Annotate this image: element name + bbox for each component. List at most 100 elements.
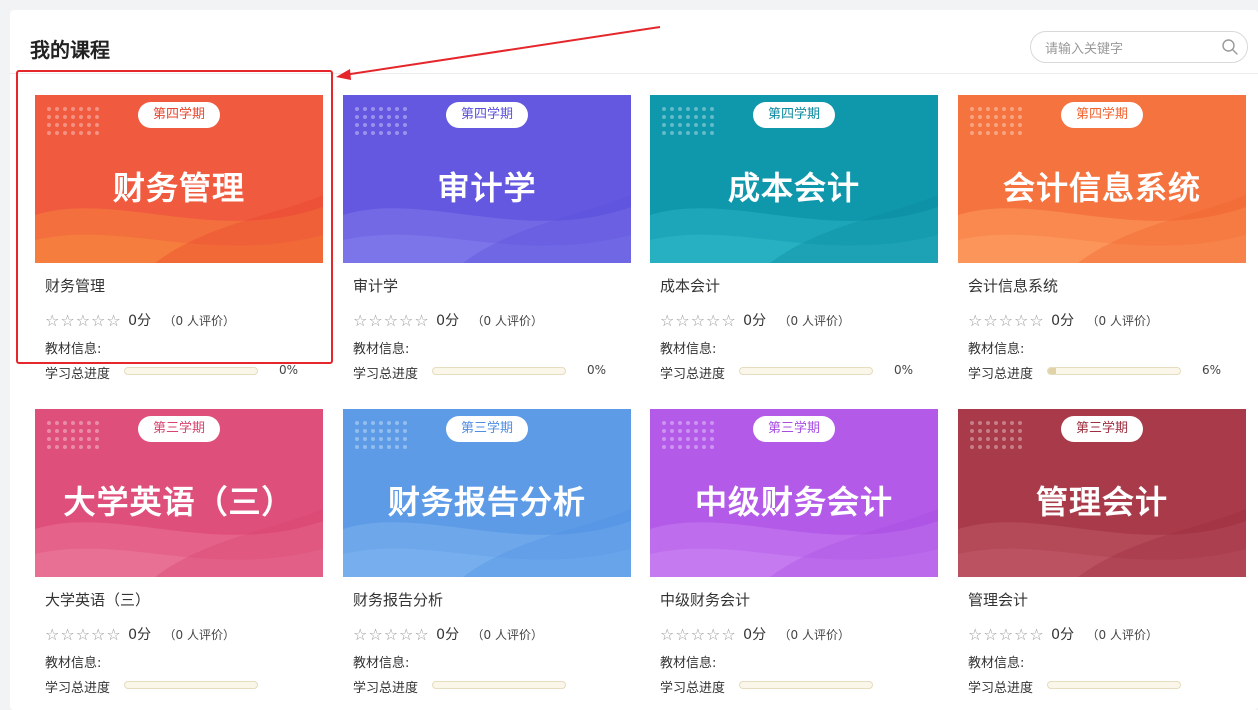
- course-name[interactable]: 成本会计: [660, 275, 720, 296]
- progress-label: 学习总进度: [353, 367, 419, 382]
- course-name[interactable]: 中级财务会计: [660, 589, 750, 610]
- progress-bar: [432, 367, 566, 375]
- course-cover[interactable]: 第四学期 审计学: [343, 95, 631, 263]
- star-icon: ☆: [353, 310, 369, 330]
- course-rating: ☆☆☆☆☆ 0分 （0 人评价）: [968, 624, 1158, 644]
- star-icon: ☆: [660, 310, 676, 330]
- star-rating: ☆☆☆☆☆: [45, 625, 122, 644]
- rating-count: （0 人评价）: [778, 627, 850, 642]
- course-name[interactable]: 审计学: [353, 275, 398, 296]
- dot: [662, 107, 666, 111]
- search-input[interactable]: [1043, 38, 1217, 60]
- dot: [1010, 429, 1014, 433]
- dot: [686, 437, 690, 441]
- term-badge: 第四学期: [1060, 102, 1144, 128]
- dot: [395, 115, 399, 119]
- course-name[interactable]: 财务管理: [45, 275, 105, 296]
- dot: [79, 445, 83, 449]
- course-cover[interactable]: 第三学期 财务报告分析: [343, 409, 631, 577]
- cover-title: 审计学: [437, 169, 537, 207]
- course-card[interactable]: 第四学期 审计学 审计学 ☆☆☆☆☆ 0分 （0 人评价） 教材信息: 学习总进…: [343, 95, 631, 395]
- dot: [686, 131, 690, 135]
- dot: [978, 421, 982, 425]
- dot: [55, 123, 59, 127]
- dot: [1002, 437, 1006, 441]
- dot: [387, 421, 391, 425]
- dot: [63, 437, 67, 441]
- dot: [702, 437, 706, 441]
- dot: [994, 445, 998, 449]
- dot: [363, 131, 367, 135]
- course-cover[interactable]: 第三学期 大学英语（三）: [35, 409, 323, 577]
- dot: [1018, 115, 1022, 119]
- dot: [710, 421, 714, 425]
- course-name[interactable]: 大学英语（三）: [45, 589, 150, 610]
- star-icon: ☆: [968, 310, 984, 330]
- book-info-label: 教材信息:: [660, 656, 717, 671]
- dot: [994, 421, 998, 425]
- course-cover[interactable]: 第三学期 中级财务会计: [650, 409, 938, 577]
- dot: [970, 421, 974, 425]
- dot: [403, 123, 407, 127]
- cover-title: 会计信息系统: [1002, 169, 1201, 207]
- star-icon: ☆: [414, 310, 430, 330]
- course-cover[interactable]: 第四学期 成本会计: [650, 95, 938, 263]
- course-cover[interactable]: 第四学期 会计信息系统: [958, 95, 1246, 263]
- book-info-label: 教材信息:: [45, 342, 102, 357]
- course-card[interactable]: 第三学期 财务报告分析 财务报告分析 ☆☆☆☆☆ 0分 （0 人评价） 教材信息…: [343, 409, 631, 709]
- dot: [95, 131, 99, 135]
- dot: [662, 421, 666, 425]
- course-card[interactable]: 第四学期 成本会计 成本会计 ☆☆☆☆☆ 0分 （0 人评价） 教材信息: 学习…: [650, 95, 938, 395]
- course-card[interactable]: 第四学期 会计信息系统 会计信息系统 ☆☆☆☆☆ 0分 （0 人评价） 教材信息…: [958, 95, 1246, 395]
- dot: [710, 429, 714, 433]
- course-name[interactable]: 财务报告分析: [353, 589, 443, 610]
- dot: [694, 123, 698, 127]
- dot: [387, 115, 391, 119]
- dot: [702, 123, 706, 127]
- dot: [1002, 115, 1006, 119]
- dot: [662, 445, 666, 449]
- course-card[interactable]: 第四学期 财务管理 财务管理 ☆☆☆☆☆ 0分 （0 人评价） 教材信息: 学习…: [35, 95, 323, 395]
- dot: [1010, 437, 1014, 441]
- progress-bar: [432, 681, 566, 689]
- dot: [71, 107, 75, 111]
- dot: [694, 445, 698, 449]
- dot: [1018, 437, 1022, 441]
- dot: [686, 107, 690, 111]
- dot: [371, 123, 375, 127]
- course-cover[interactable]: 第三学期 管理会计: [958, 409, 1246, 577]
- search-icon[interactable]: [1221, 38, 1239, 56]
- rating-count: （0 人评价）: [471, 627, 543, 642]
- dot: [978, 115, 982, 119]
- dot: [694, 429, 698, 433]
- dot: [994, 131, 998, 135]
- star-icon: ☆: [368, 310, 384, 330]
- dot: [79, 131, 83, 135]
- course-cover[interactable]: 第四学期 财务管理: [35, 95, 323, 263]
- dot-pattern: [47, 421, 107, 451]
- dot: [710, 131, 714, 135]
- course-card[interactable]: 第三学期 中级财务会计 中级财务会计 ☆☆☆☆☆ 0分 （0 人评价） 教材信息…: [650, 409, 938, 709]
- dot: [403, 115, 407, 119]
- dot: [395, 421, 399, 425]
- dot: [1018, 123, 1022, 127]
- dot: [1010, 131, 1014, 135]
- dot: [1010, 107, 1014, 111]
- dot: [978, 131, 982, 135]
- star-icon: ☆: [45, 310, 61, 330]
- star-icon: ☆: [60, 624, 76, 644]
- dot: [403, 429, 407, 433]
- term-badge: 第四学期: [752, 102, 836, 128]
- dot: [363, 429, 367, 433]
- dot: [55, 429, 59, 433]
- course-name[interactable]: 管理会计: [968, 589, 1028, 610]
- dot: [662, 437, 666, 441]
- dot: [371, 445, 375, 449]
- course-name[interactable]: 会计信息系统: [968, 275, 1058, 296]
- dot: [670, 437, 674, 441]
- dot: [63, 107, 67, 111]
- rating-score: 0分: [743, 313, 767, 329]
- course-card[interactable]: 第三学期 大学英语（三） 大学英语（三） ☆☆☆☆☆ 0分 （0 人评价） 教材…: [35, 409, 323, 709]
- course-card[interactable]: 第三学期 管理会计 管理会计 ☆☆☆☆☆ 0分 （0 人评价） 教材信息: 学习…: [958, 409, 1246, 709]
- search-box[interactable]: [1030, 31, 1248, 63]
